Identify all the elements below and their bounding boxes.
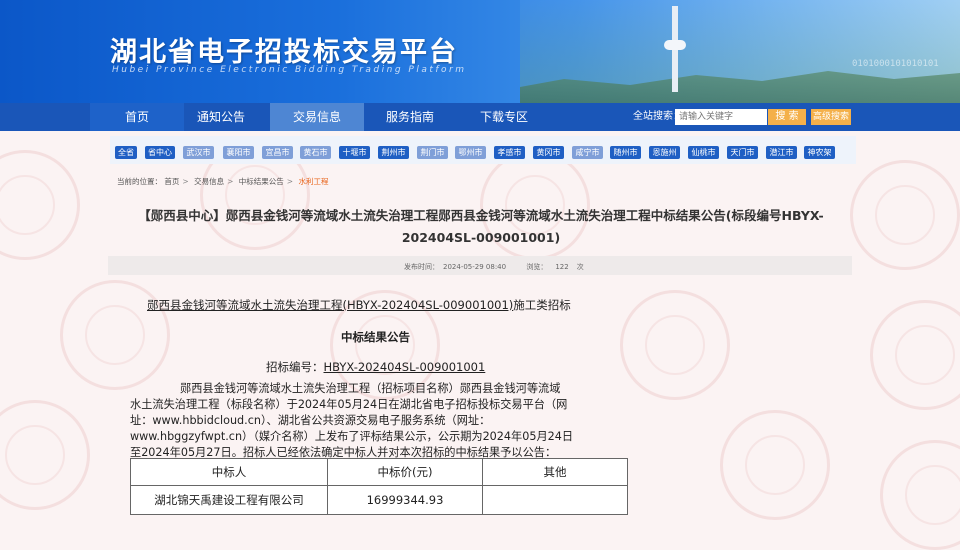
cell-price: 16999344.93 <box>327 485 483 515</box>
search-button[interactable]: 搜 索 <box>768 109 806 125</box>
bid-code: HBYX-202404SL-009001001 <box>323 360 486 374</box>
advanced-search-button[interactable]: 高级搜索 <box>811 109 851 125</box>
breadcrumb-award-notices[interactable]: 中标结果公告 <box>239 177 284 186</box>
publish-time: 2024-05-29 08:40 <box>443 263 507 271</box>
paragraph-line: 址：www.hbbidcloud.cn）、湖北省公共资源交易电子服务系统（网址： <box>130 414 491 427</box>
watermark-seal <box>880 440 960 550</box>
bid-code-line: 招标编号：HBYX-202404SL-009001001 <box>266 359 766 375</box>
breadcrumb: 当前的位置： 首页 > 交易信息 > 中标结果公告 > 水利工程 <box>117 177 329 186</box>
breadcrumb-current[interactable]: 水利工程 <box>298 177 328 186</box>
bid-code-label: 招标编号： <box>266 360 324 374</box>
doc-heading: 中标结果公告 <box>341 330 410 344</box>
region-tag-all[interactable]: 全省 <box>115 146 137 159</box>
table-row: 湖北锦天禹建设工程有限公司 16999344.93 <box>130 485 628 515</box>
site-title[interactable]: 湖北省电子招投标交易平台 <box>110 30 458 69</box>
nav-item-downloads[interactable]: 下载专区 <box>457 103 551 131</box>
region-tag[interactable]: 咸宁市 <box>572 146 603 159</box>
award-result-table: 中标人 中标价(元) 其他 湖北锦天禹建设工程有限公司 16999344.93 <box>130 458 628 515</box>
breadcrumb-trade-info[interactable]: 交易信息 <box>194 177 224 186</box>
paragraph-line: 郧西县金钱河等流域水土流失治理工程（招标项目名称）郧西县金钱河等流域 <box>180 382 561 395</box>
nav-item-trade-info[interactable]: 交易信息 <box>270 103 364 131</box>
region-tag[interactable]: 潜江市 <box>766 146 797 159</box>
breadcrumb-label: 当前的位置： <box>117 177 162 186</box>
region-tag[interactable]: 宜昌市 <box>262 146 293 159</box>
watermark-seal <box>870 300 960 410</box>
region-tag[interactable]: 武汉市 <box>183 146 214 159</box>
region-tag[interactable]: 襄阳市 <box>223 146 254 159</box>
region-tag[interactable]: 随州市 <box>610 146 641 159</box>
col-header-other: 其他 <box>482 458 628 486</box>
region-tag[interactable]: 十堰市 <box>339 146 370 159</box>
region-tag-provincial[interactable]: 省中心 <box>145 146 175 159</box>
region-tag[interactable]: 荆门市 <box>417 146 448 159</box>
watermark-seal <box>0 400 90 510</box>
cell-winner: 湖北锦天禹建设工程有限公司 <box>130 485 328 515</box>
region-filter-bar: 全省 省中心 武汉市 襄阳市 宜昌市 黄石市 十堰市 荆州市 荆门市 鄂州市 孝… <box>110 136 856 164</box>
breadcrumb-home[interactable]: 首页 <box>164 177 179 186</box>
region-tag[interactable]: 荆州市 <box>378 146 409 159</box>
site-subtitle: Hubei Province Electronic Bidding Tradin… <box>112 65 467 75</box>
binary-decoration: 0101000101010101 <box>852 59 939 69</box>
publish-time-label: 发布时间： <box>404 263 439 271</box>
col-header-winner: 中标人 <box>130 458 328 486</box>
project-name-line: 郧西县金钱河等流域水土流失治理工程(HBYX-202404SL-00900100… <box>147 297 647 313</box>
region-tag[interactable]: 黄冈市 <box>533 146 564 159</box>
nav-item-home[interactable]: 首页 <box>90 103 184 131</box>
article-title: 【郧西县中心】郧西县金钱河等流域水土流失治理工程郧西县金钱河等流域水土流失治理工… <box>138 208 824 245</box>
region-tag[interactable]: 仙桃市 <box>688 146 719 159</box>
region-tag[interactable]: 天门市 <box>727 146 758 159</box>
nav-item-notices[interactable]: 通知公告 <box>174 103 268 131</box>
watermark-seal <box>720 410 830 520</box>
cell-other <box>482 485 628 515</box>
region-tag[interactable]: 孝感市 <box>494 146 525 159</box>
views-label: 浏览： <box>526 263 548 271</box>
col-header-price: 中标价(元) <box>327 458 483 486</box>
article-meta: 发布时间： 2024-05-29 08:40 浏览： 122 次 <box>404 262 588 272</box>
paragraph-line: 水土流失治理工程（标段名称）于2024年05月24日在湖北省电子招标投标交易平台… <box>130 398 568 411</box>
table-header-row: 中标人 中标价(元) 其他 <box>130 458 628 486</box>
region-tag[interactable]: 恩施州 <box>649 146 680 159</box>
project-suffix: 施工类招标 <box>513 298 571 312</box>
site-banner: 0101000101010101 湖北省电子招投标交易平台 Hubei Prov… <box>0 0 960 103</box>
watermark-seal <box>0 150 80 260</box>
nav-item-service-guide[interactable]: 服务指南 <box>363 103 457 131</box>
search-input[interactable] <box>675 109 767 125</box>
views-count: 122 <box>555 263 569 271</box>
region-tag[interactable]: 神农架 <box>804 146 835 159</box>
watermark-seal <box>850 160 960 270</box>
project-name: 郧西县金钱河等流域水土流失治理工程(HBYX-202404SL-00900100… <box>147 298 514 312</box>
views-unit: 次 <box>576 263 584 271</box>
announcement-paragraph: 郧西县金钱河等流域水土流失治理工程（招标项目名称）郧西县金钱河等流域 水土流失治… <box>130 381 630 461</box>
region-tag[interactable]: 鄂州市 <box>455 146 486 159</box>
region-tag[interactable]: 黄石市 <box>300 146 331 159</box>
paragraph-line: www.hbggzyfwpt.cn）（媒介名称）上发布了评标结果公示，公示期为2… <box>130 430 574 443</box>
